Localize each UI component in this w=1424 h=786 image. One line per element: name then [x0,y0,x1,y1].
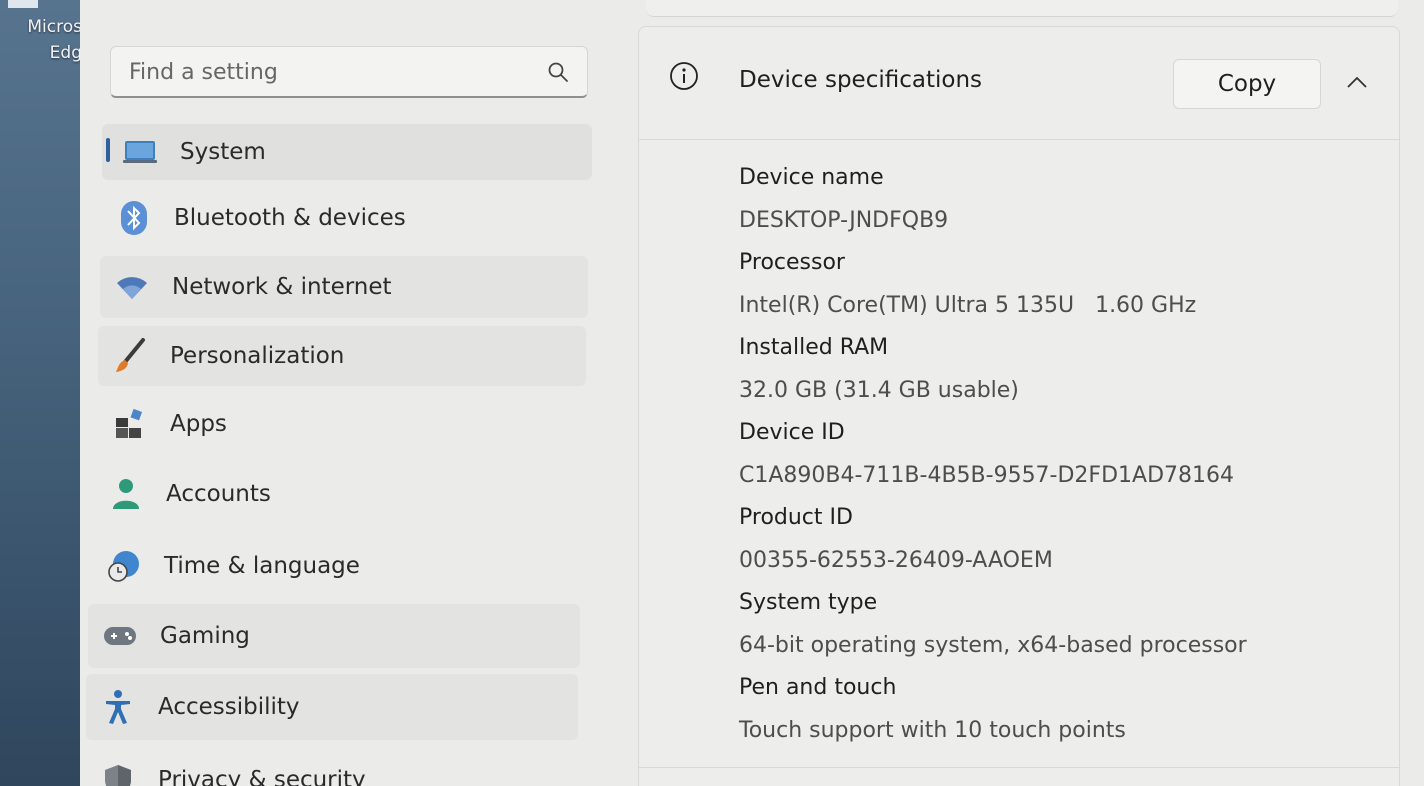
bluetooth-icon [116,200,152,236]
edge-desktop-icon-label[interactable]: Micros Edg [6,14,82,66]
info-icon [670,62,698,90]
settings-window: System Bluetooth & devices [80,0,1424,786]
spec-label: Processor [739,250,845,275]
globe-clock-icon [106,548,142,584]
apps-icon [112,406,148,442]
sidebar-item-label: Gaming [160,623,250,649]
spec-value: 00355-62553-26409-AAOEM [739,548,1053,573]
desktop-label-line-2: Edg [49,43,82,63]
sidebar-item-label: System [180,139,266,165]
sidebar-item-label: Privacy & security [158,767,366,786]
spec-value: 32.0 GB (31.4 GB usable) [739,378,1019,403]
sidebar-item-personalization[interactable]: Personalization [98,326,586,386]
spec-value: Touch support with 10 touch points [739,718,1126,743]
wifi-icon [114,269,150,305]
active-indicator [106,138,110,162]
brush-icon [112,338,148,374]
sidebar-item-gaming[interactable]: Gaming [88,604,580,668]
screen: Micros Edg Find a setting System Bluetoo… [0,0,1424,786]
sidebar-item-label: Accounts [166,481,271,507]
card-divider [639,767,1399,768]
spec-row-processor: Processor Intel(R) Core(TM) Ultra 5 135U… [739,242,1379,327]
previous-card-edge [646,0,1398,17]
spec-row-device-id: Device ID C1A890B4-711B-4B5B-9557-D2FD1A… [739,412,1379,497]
sidebar-item-apps[interactable]: Apps [98,396,586,452]
search-box[interactable] [110,46,588,98]
device-specifications-card: Device specifications Copy Device name D… [638,26,1400,786]
spec-value: DESKTOP-JNDFQB9 [739,208,949,233]
sidebar-item-privacy-security[interactable]: Privacy & security [86,752,578,786]
sidebar-item-time-language[interactable]: Time & language [94,538,582,594]
main-content: Device specifications Copy Device name D… [638,0,1424,786]
sidebar-item-network-internet[interactable]: Network & internet [100,256,588,318]
spec-label: Device ID [739,420,845,445]
copy-button[interactable]: Copy [1173,59,1321,109]
gamepad-icon [102,618,138,654]
edge-desktop-icon[interactable] [8,0,38,8]
chevron-up-icon[interactable] [1345,73,1369,91]
spec-label: Installed RAM [739,335,889,360]
spec-label: Product ID [739,505,853,530]
spec-value: 64-bit operating system, x64-based proce… [739,633,1247,658]
spec-row-installed-ram: Installed RAM 32.0 GB (31.4 GB usable) [739,327,1379,412]
desktop-label-line-1: Micros [27,17,82,37]
shield-icon [100,762,136,786]
spec-value: C1A890B4-711B-4B5B-9557-D2FD1AD78164 [739,463,1234,488]
sidebar-item-label: Personalization [170,343,345,369]
desktop-background: Micros Edg [0,0,84,786]
sidebar-item-label: Time & language [164,553,360,579]
spec-row-product-id: Product ID 00355-62553-26409-AAOEM [739,497,1379,582]
sidebar-item-label: Accessibility [158,694,300,720]
sidebar-item-accounts[interactable]: Accounts [96,466,584,522]
laptop-icon [122,134,158,170]
accessibility-icon [100,689,136,725]
sidebar-item-label: Bluetooth & devices [174,205,406,231]
sidebar-item-bluetooth-devices[interactable]: Bluetooth & devices [102,190,592,246]
sidebar: System Bluetooth & devices [80,0,640,786]
device-specifications-list: Device name DESKTOP-JNDFQB9 Processor In… [739,157,1379,752]
device-specifications-header[interactable]: Device specifications Copy [639,27,1399,140]
spec-row-system-type: System type 64-bit operating system, x64… [739,582,1379,667]
spec-row-pen-touch: Pen and touch Touch support with 10 touc… [739,667,1379,752]
device-specifications-title: Device specifications [739,67,983,93]
search-input[interactable] [127,55,531,89]
person-icon [108,476,144,512]
search-icon[interactable] [547,61,569,83]
spec-label: System type [739,590,878,615]
sidebar-item-label: Apps [170,411,227,437]
sidebar-item-label: Network & internet [172,274,392,300]
spec-label: Device name [739,165,884,190]
sidebar-item-system[interactable]: System [102,124,592,180]
spec-label: Pen and touch [739,675,897,700]
sidebar-item-accessibility[interactable]: Accessibility [86,674,578,740]
spec-row-device-name: Device name DESKTOP-JNDFQB9 [739,157,1379,242]
spec-value: Intel(R) Core(TM) Ultra 5 135U 1.60 GHz [739,293,1197,318]
